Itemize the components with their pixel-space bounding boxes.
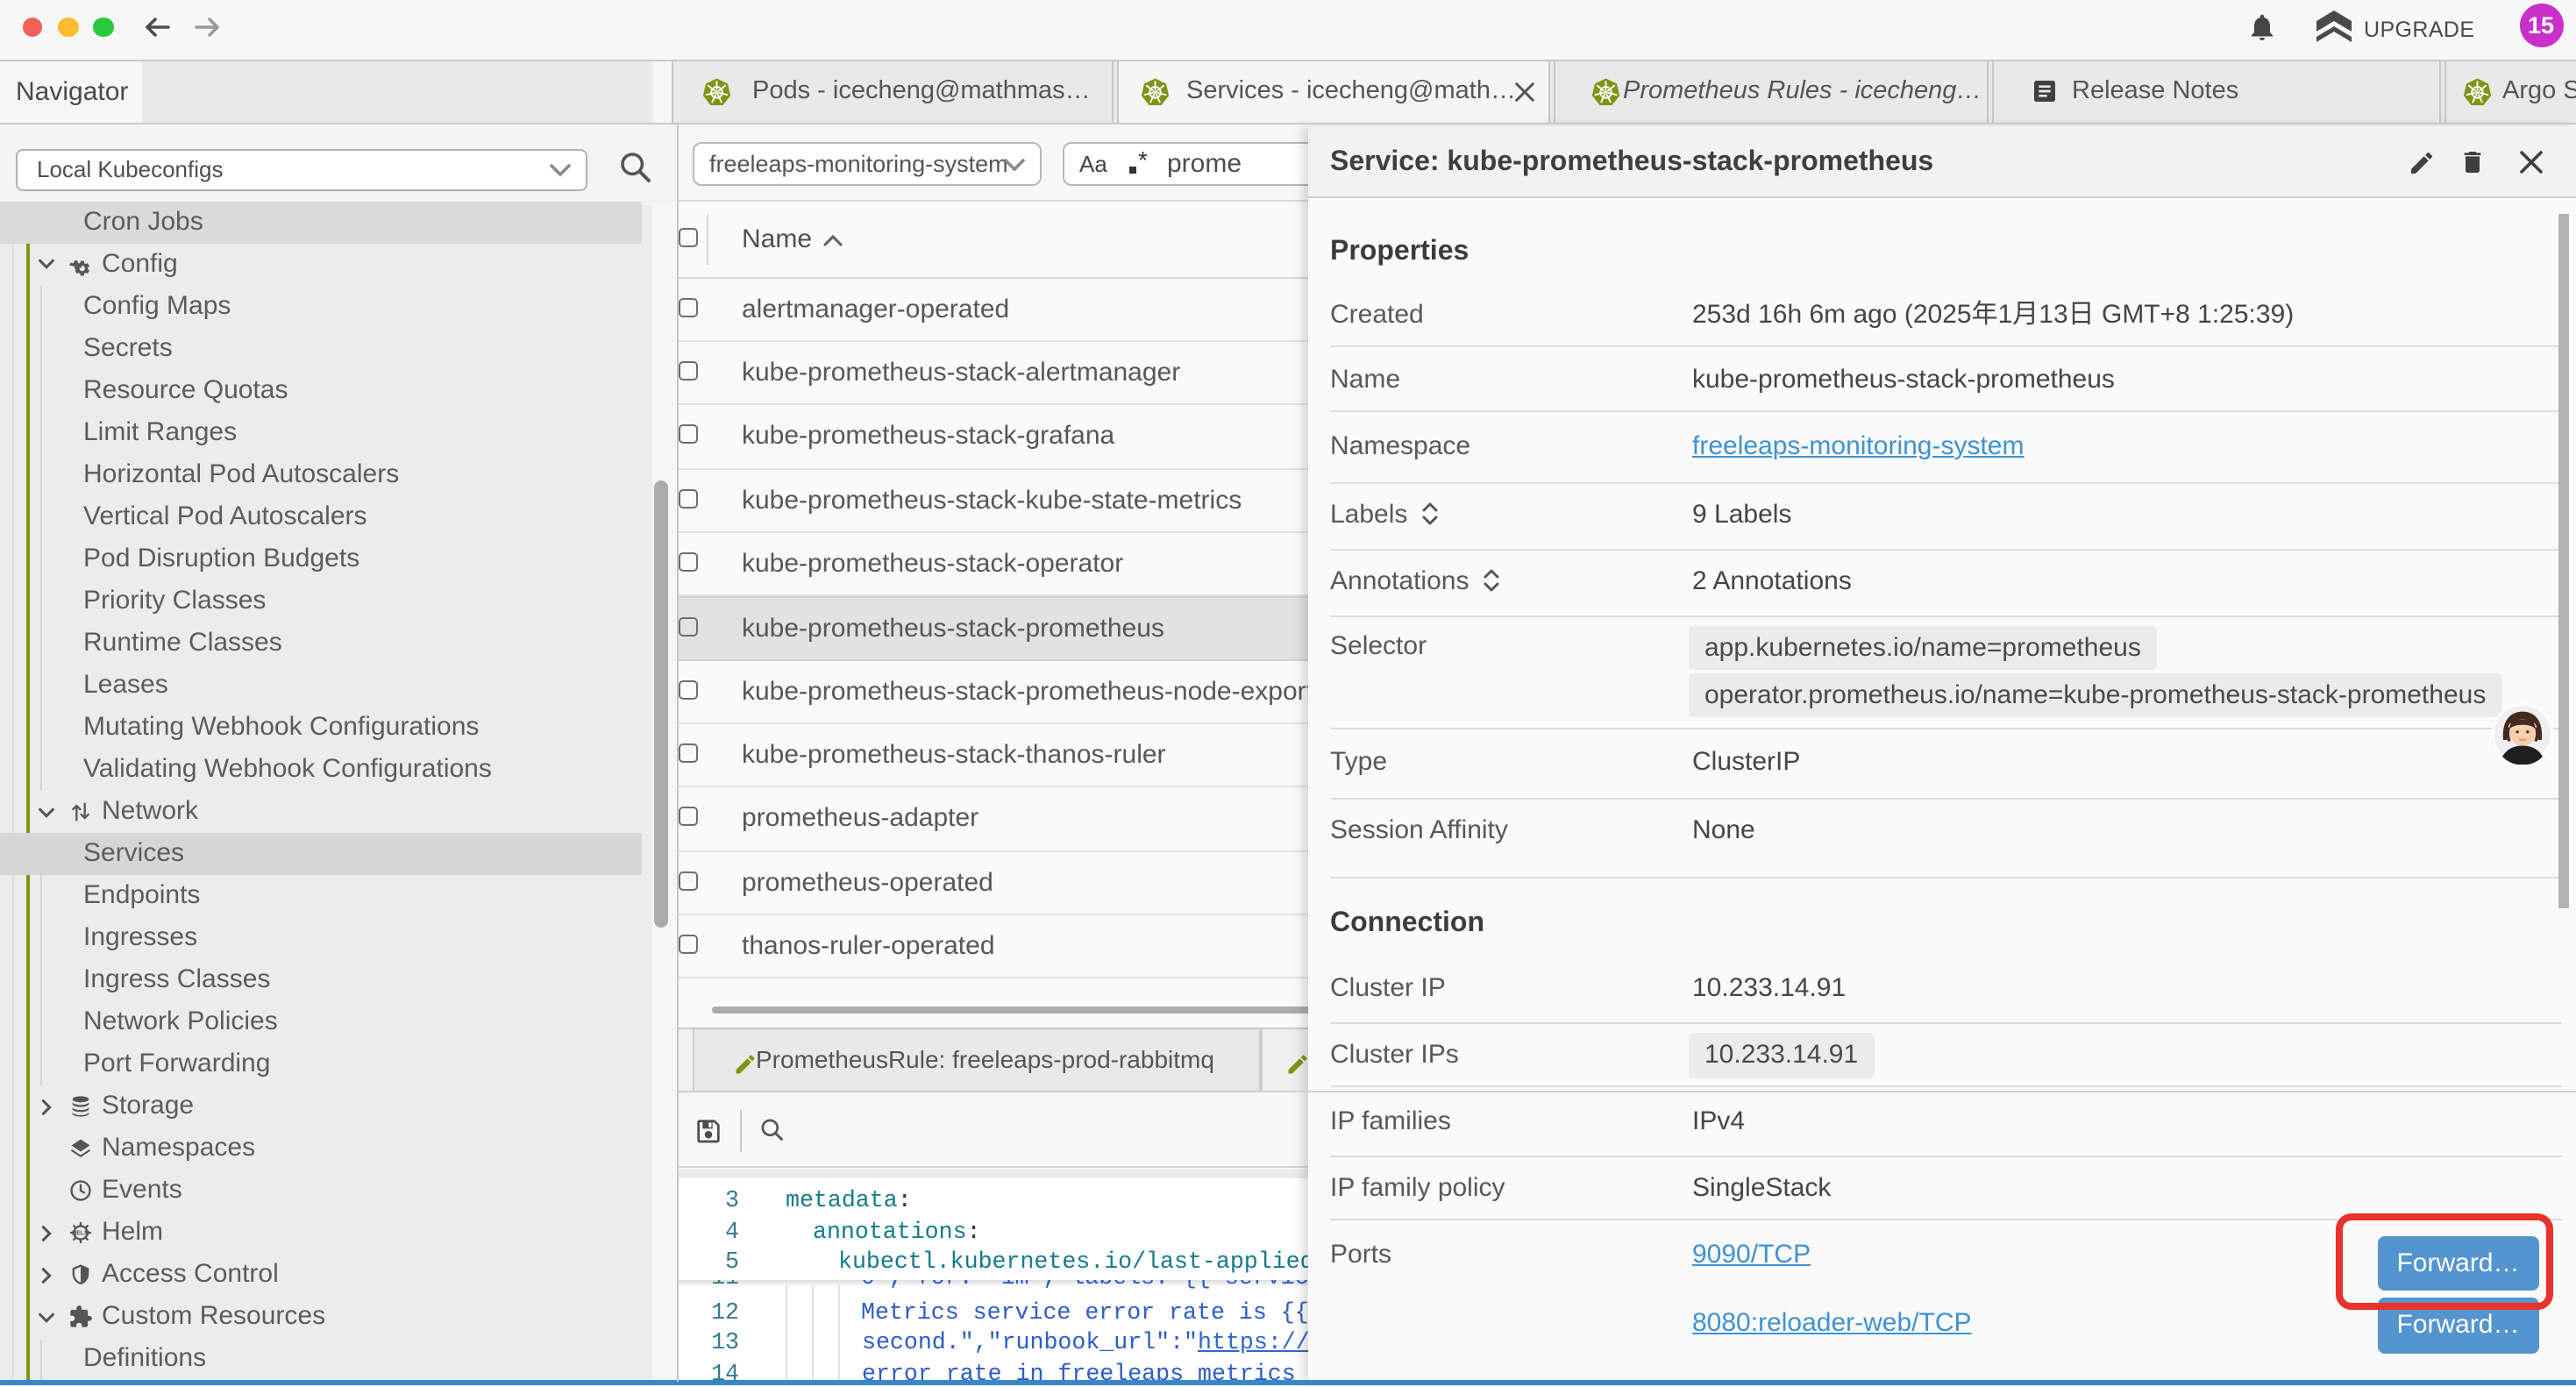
svg-text:HELM: HELM xyxy=(71,1231,89,1237)
